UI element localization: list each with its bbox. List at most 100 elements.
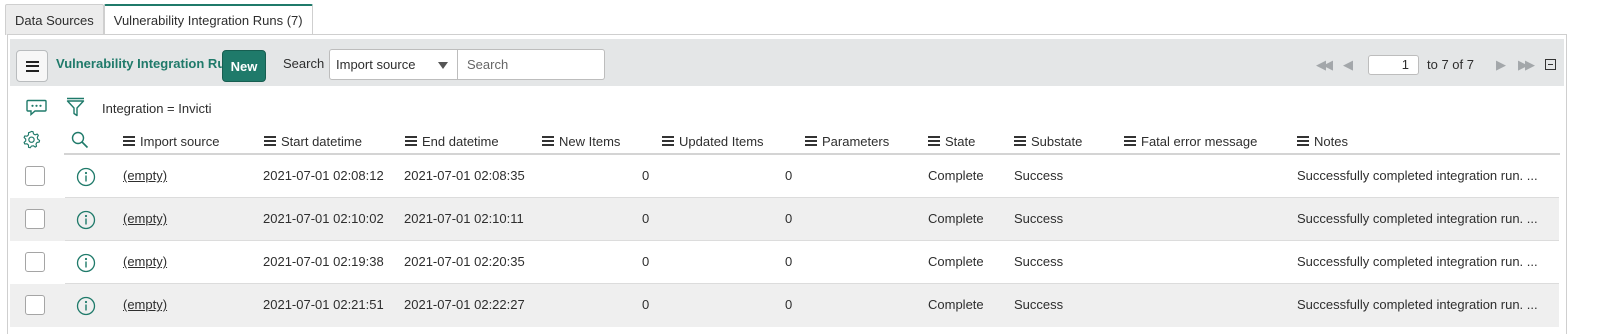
table-row: (empty) 2021-07-01 02:08:12 2021-07-01 0… <box>10 155 1559 198</box>
column-menu-icon[interactable] <box>264 136 276 146</box>
cell-updated-items: 0 <box>785 254 793 269</box>
tab-vulnerability-integration-runs[interactable]: Vulnerability Integration Runs (7) <box>103 4 313 35</box>
info-icon[interactable] <box>76 296 96 319</box>
column-header-label: Start datetime <box>281 133 362 149</box>
column-menu-icon[interactable] <box>1014 136 1026 146</box>
cell-end-datetime: 2021-07-01 02:20:35 <box>404 254 525 269</box>
cell-substate: Success <box>1014 254 1064 269</box>
list-title[interactable]: Vulnerability Integration Runs <box>56 56 240 71</box>
column-header-import-source[interactable]: Import source <box>123 131 219 151</box>
info-icon[interactable] <box>76 253 96 276</box>
cell-notes: Successfully completed integration run. … <box>1297 168 1538 183</box>
column-header-state[interactable]: State <box>928 131 975 151</box>
dropdown-caret-icon <box>438 62 448 69</box>
column-header-label: Fatal error message <box>1141 133 1258 149</box>
column-header-fatal-error-message[interactable]: Fatal error message <box>1124 131 1257 151</box>
cell-start-datetime: 2021-07-01 02:19:38 <box>263 254 384 269</box>
tab-data-sources[interactable]: Data Sources <box>5 4 104 35</box>
column-header-label: Import source <box>140 133 220 149</box>
cell-updated-items: 0 <box>785 168 793 183</box>
cell-new-items: 0 <box>642 297 650 312</box>
tab-bar: Data Sources Vulnerability Integration R… <box>5 4 313 35</box>
funnel-icon[interactable] <box>66 97 85 121</box>
column-menu-icon[interactable] <box>123 136 135 146</box>
info-icon[interactable] <box>76 167 96 190</box>
cell-substate: Success <box>1014 211 1064 226</box>
row-select-column <box>10 155 65 198</box>
cell-start-datetime: 2021-07-01 02:10:02 <box>263 211 384 226</box>
column-menu-icon[interactable] <box>542 136 554 146</box>
column-header-parameters[interactable]: Parameters <box>805 131 889 151</box>
column-menu-icon[interactable] <box>662 136 674 146</box>
new-button[interactable]: New <box>222 50 266 82</box>
cell-updated-items: 0 <box>785 297 793 312</box>
row-select-column <box>10 284 65 327</box>
column-menu-icon[interactable] <box>805 136 817 146</box>
hamburger-icon <box>25 60 39 72</box>
cell-import-source[interactable]: (empty) <box>123 168 167 183</box>
row-checkbox[interactable] <box>25 166 45 186</box>
cell-state: Complete <box>928 254 984 269</box>
search-label: Search <box>283 56 325 71</box>
cell-import-source[interactable]: (empty) <box>123 297 167 312</box>
cell-substate: Success <box>1014 297 1064 312</box>
chevron-right-icon[interactable]: ▶ <box>1496 57 1506 73</box>
column-header-label: State <box>945 133 976 149</box>
column-header-new-items[interactable]: New Items <box>542 131 620 151</box>
column-menu-icon[interactable] <box>928 136 940 146</box>
list-toolbar: Vulnerability Integration Runs New Searc… <box>10 39 1564 86</box>
chat-bubble-icon[interactable] <box>26 99 47 119</box>
row-select-column <box>10 241 65 284</box>
cell-state: Complete <box>928 297 984 312</box>
row-checkbox[interactable] <box>25 252 45 272</box>
double-chevron-right-icon[interactable]: ▶▶ <box>1518 57 1535 73</box>
search-icon[interactable] <box>71 131 89 152</box>
column-header-label: Substate <box>1031 133 1083 149</box>
row-checkbox[interactable] <box>25 295 45 315</box>
cell-new-items: 0 <box>642 254 650 269</box>
table-row: (empty) 2021-07-01 02:21:51 2021-07-01 0… <box>10 284 1559 327</box>
cell-state: Complete <box>928 211 984 226</box>
cell-substate: Success <box>1014 168 1064 183</box>
column-header-label: New Items <box>559 133 621 149</box>
search-field-value: Import source <box>336 57 416 72</box>
cell-notes: Successfully completed integration run. … <box>1297 211 1538 226</box>
column-menu-icon[interactable] <box>1124 136 1136 146</box>
cell-state: Complete <box>928 168 984 183</box>
column-header-label: End datetime <box>422 133 499 149</box>
gear-icon[interactable] <box>22 130 41 152</box>
column-header-notes[interactable]: Notes <box>1297 131 1348 151</box>
list-menu-button[interactable] <box>16 50 48 82</box>
double-chevron-left-icon[interactable]: ◀◀ <box>1316 57 1333 73</box>
row-checkbox[interactable] <box>25 209 45 229</box>
cell-notes: Successfully completed integration run. … <box>1297 297 1538 312</box>
search-field-select[interactable]: Import source <box>329 49 458 80</box>
cell-end-datetime: 2021-07-01 02:08:35 <box>404 168 525 183</box>
info-icon[interactable] <box>76 210 96 233</box>
cell-end-datetime: 2021-07-01 02:22:27 <box>404 297 525 312</box>
cell-start-datetime: 2021-07-01 02:21:51 <box>263 297 384 312</box>
column-header-start-datetime[interactable]: Start datetime <box>264 131 362 151</box>
column-menu-icon[interactable] <box>1297 136 1309 146</box>
column-header-substate[interactable]: Substate <box>1014 131 1082 151</box>
table-row: (empty) 2021-07-01 02:19:38 2021-07-01 0… <box>10 241 1559 284</box>
cell-import-source[interactable]: (empty) <box>123 254 167 269</box>
cell-new-items: 0 <box>642 211 650 226</box>
cell-start-datetime: 2021-07-01 02:08:12 <box>263 168 384 183</box>
table-row: (empty) 2021-07-01 02:10:02 2021-07-01 0… <box>10 198 1559 241</box>
cell-new-items: 0 <box>642 168 650 183</box>
search-input[interactable] <box>458 49 605 80</box>
column-menu-icon[interactable] <box>405 136 417 146</box>
column-header-label: Notes <box>1314 133 1348 149</box>
row-select-column <box>10 198 65 241</box>
column-header-label: Parameters <box>822 133 890 149</box>
column-header-updated-items[interactable]: Updated Items <box>662 131 764 151</box>
page-number-input[interactable] <box>1368 54 1420 75</box>
collapse-icon[interactable] <box>1545 59 1556 70</box>
cell-import-source[interactable]: (empty) <box>123 211 167 226</box>
cell-updated-items: 0 <box>785 211 793 226</box>
filter-breadcrumb[interactable]: Integration = Invicti <box>102 101 211 116</box>
cell-notes: Successfully completed integration run. … <box>1297 254 1538 269</box>
chevron-left-icon[interactable]: ◀ <box>1343 57 1353 73</box>
column-header-end-datetime[interactable]: End datetime <box>405 131 499 151</box>
